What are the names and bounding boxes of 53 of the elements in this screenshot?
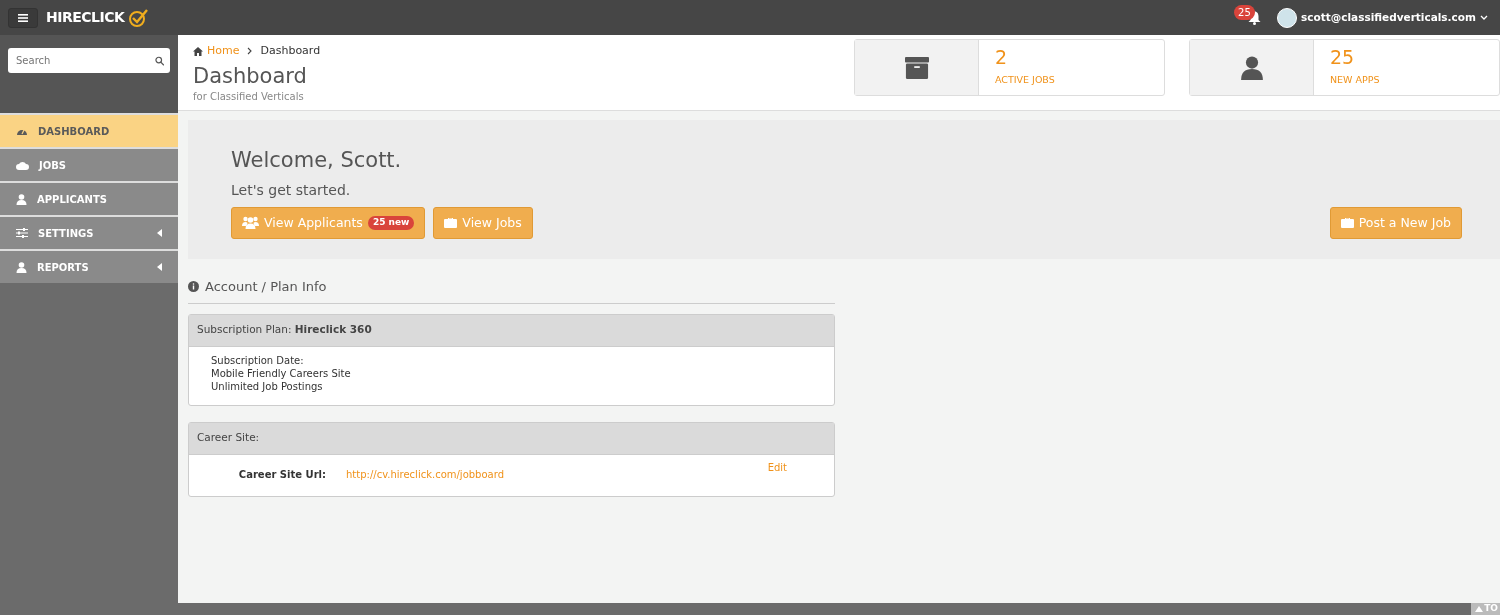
notification-count: 25 [1234,4,1255,20]
people-icon [242,216,259,230]
page-title: Dashboard [193,63,308,89]
panel-header-text: Career Site: [197,430,260,446]
sidebar-item[interactable]: APPLICANTS [0,181,178,215]
plan-detail: Subscription Date: [211,353,305,367]
sidebar-item[interactable]: REPORTS [0,249,178,283]
avatar [1277,7,1298,28]
logo-text: HIRECLICK [46,8,125,27]
caret-up-icon [1475,606,1484,612]
count-pill: 25 new [367,216,415,230]
sliders-icon [16,228,28,238]
plan-detail: Mobile Friendly Careers Site [211,366,352,380]
sidebar-item[interactable]: DASHBOARD [0,113,178,147]
career-site-link[interactable]: http://cv.hireclick.com/jobboard [346,466,504,482]
stat-value: 2 [995,48,1009,67]
search-icon [154,55,164,66]
archive-box-icon [904,55,929,80]
person-icon [16,261,27,273]
caret-left-icon [157,263,162,271]
edit-link[interactable]: Edit [767,459,787,475]
sidebar-item[interactable]: JOBS [0,147,178,181]
briefcase-icon [444,217,458,229]
field-label: Career Site Url: [237,467,326,482]
menu-button[interactable] [8,7,38,28]
breadcrumb-link[interactable]: Home [207,43,240,60]
page-subtitle: for Classified Verticals [193,89,305,104]
back-to-top-button[interactable]: TO [1471,603,1500,615]
view-jobs-button[interactable]: View Jobs [433,206,533,240]
checkmark-logo-icon [128,8,149,27]
person-icon [16,193,27,205]
welcome-subtitle: Let's get started. [231,180,352,200]
post-job-button[interactable]: Post a New Job [1329,206,1462,240]
section-heading: Account / Plan Info [205,278,327,296]
person-icon [1239,55,1264,80]
user-menu[interactable]: scott@classifiedverticals.com [1277,7,1488,28]
breadcrumb-current: Dashboard [260,43,321,59]
stat-label: ACTIVE JOBS [995,73,1055,87]
chevron-down-icon [1480,15,1488,20]
view-applicants-button[interactable]: View Applicants 25 new [231,206,426,240]
info-icon [188,281,199,293]
cloud-icon [16,160,29,170]
caret-left-icon [157,229,162,237]
welcome-title: Welcome, Scott. [231,147,403,174]
plan-detail: Unlimited Job Postings [211,379,324,393]
sidebar-item[interactable]: SETTINGS [0,215,178,249]
stat-value: 25 [1330,48,1356,67]
briefcase-icon [1340,217,1354,229]
menu-icon [18,13,28,22]
search-field[interactable]: Search [8,48,170,73]
stat-label: NEW APPS [1330,73,1380,87]
home-icon [193,46,203,56]
panel-header-text: Subscription Plan: Hireclick 360 [197,322,372,338]
